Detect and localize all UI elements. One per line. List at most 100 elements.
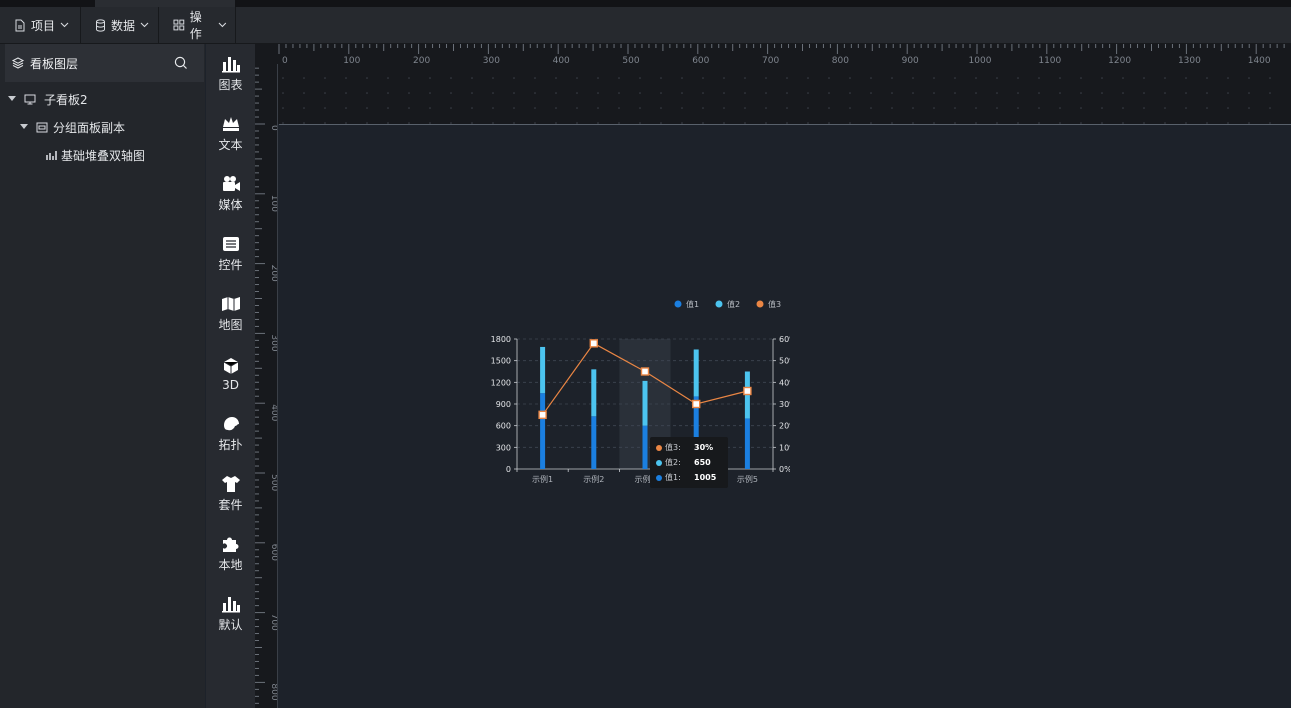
grid-dot [366, 107, 368, 109]
layer-item-group-panel[interactable]: 分组面板副本 [20, 116, 125, 138]
bar-value2 [591, 369, 597, 417]
grid-dot [303, 92, 305, 94]
y-right-tick-label: 10% [779, 443, 790, 452]
stacked-dual-axis-chart[interactable]: 0 300 600 900 1200 1500 1800 0% 10% 20% 30% 40% 50% 6… [482, 292, 790, 492]
ruler-label: 0 [269, 125, 278, 131]
tool-3d[interactable]: 3D [206, 344, 255, 404]
ruler-label: 600 [269, 544, 278, 561]
grid-dot [1143, 107, 1145, 109]
ruler-label: 900 [902, 56, 919, 66]
grid-dot [1227, 92, 1229, 94]
grid-dot [513, 107, 515, 109]
grid-dot [471, 77, 473, 79]
grid-dot [345, 77, 347, 79]
ruler-label: 500 [622, 56, 639, 66]
legend-dot-icon [656, 444, 662, 451]
tool-label: 3D [222, 377, 239, 392]
grid-dot [1101, 77, 1103, 79]
tool-label: 图表 [218, 78, 243, 92]
grid-dot [681, 107, 683, 109]
line-point [538, 410, 547, 420]
component-toolbar: 图表 文本 媒体 控件 地图 3D 拓扑 套件 本地 默认 [206, 44, 255, 708]
grid-dot [471, 92, 473, 94]
y-left-tick-label: 1800 [491, 335, 511, 344]
grid-dot [912, 92, 914, 94]
y-left-tick-label: 600 [496, 422, 511, 431]
grid-dot [828, 107, 830, 109]
tool-chart[interactable]: 图表 [206, 44, 255, 104]
grid-dot [618, 107, 620, 109]
layer-panel-header: 看板图层 [5, 44, 204, 82]
tooltip-series-name: 值1: [665, 473, 681, 482]
grid-dot [1080, 77, 1082, 79]
grid-dot [744, 107, 746, 109]
bar-value2 [642, 380, 648, 426]
grid-dot [618, 77, 620, 79]
grid-dot [639, 92, 641, 94]
grid-dot [1059, 92, 1061, 94]
tool-media[interactable]: 媒体 [206, 164, 255, 224]
grid-dot [555, 107, 557, 109]
puzzle-icon [222, 537, 239, 552]
grid-dot [1122, 92, 1124, 94]
window-top-strip [0, 0, 1291, 7]
layer-item-chart[interactable]: 基础堆叠双轴图 [46, 144, 145, 166]
data-menu-button[interactable]: 数据 [81, 7, 159, 43]
shirt-icon [221, 476, 240, 492]
grid-dot [597, 107, 599, 109]
layer-panel-title: 看板图层 [30, 56, 79, 71]
grid-dot [954, 107, 956, 109]
operate-menu-button[interactable]: 操作 [159, 7, 236, 43]
grid-dot [744, 77, 746, 79]
grid-dot [744, 92, 746, 94]
grid-icon [173, 19, 185, 31]
tool-control[interactable]: 控件 [206, 224, 255, 284]
grid-dot [807, 77, 809, 79]
tool-map[interactable]: 地图 [206, 284, 255, 344]
ruler-label: 700 [762, 56, 779, 66]
grid-dot [555, 77, 557, 79]
legend-label: 值1 [686, 299, 699, 309]
y-right-tick-label: 40% [779, 378, 790, 387]
grid-dot [702, 77, 704, 79]
tool-text[interactable]: 文本 [206, 104, 255, 164]
grid-dot [618, 92, 620, 94]
layer-item-sub-board[interactable]: 子看板2 [8, 88, 88, 110]
tooltip-row: 值1: 1005 [656, 470, 722, 485]
grid-dot [1269, 107, 1271, 109]
grid-dot [366, 77, 368, 79]
tool-label: 媒体 [218, 198, 243, 212]
tool-local[interactable]: 本地 [206, 524, 255, 584]
grid-dot [765, 92, 767, 94]
grid-dot [576, 92, 578, 94]
tool-label: 默认 [218, 618, 243, 632]
grid-dot [1080, 107, 1082, 109]
operate-menu-label: 操作 [189, 10, 202, 41]
grid-dot [870, 107, 872, 109]
grid-dot [1269, 92, 1271, 94]
tool-label: 套件 [218, 498, 243, 512]
tool-topology[interactable]: 拓扑 [206, 404, 255, 464]
grid-dot [1017, 92, 1019, 94]
tooltip-value: 30% [694, 443, 714, 452]
bar-value1 [540, 393, 546, 469]
chevron-down-icon [140, 22, 149, 28]
tool-default[interactable]: 默认 [206, 584, 255, 644]
grid-dot [408, 77, 410, 79]
grid-dot [282, 92, 284, 94]
tool-label: 本地 [218, 558, 243, 572]
grid-dot [1038, 107, 1040, 109]
ruler-label: 100 [269, 195, 278, 212]
top-tab [95, 0, 235, 7]
search-icon[interactable] [174, 56, 188, 70]
grid-dot [471, 107, 473, 109]
tool-kit[interactable]: 套件 [206, 464, 255, 524]
grid-dot [324, 92, 326, 94]
grid-dot [681, 77, 683, 79]
grid-dot [1059, 107, 1061, 109]
grid-dot [933, 92, 935, 94]
grid-dot [1080, 92, 1082, 94]
y-right-tick-label: 20% [779, 422, 790, 431]
ruler-label: 200 [269, 265, 278, 282]
project-menu-button[interactable]: 项目 [0, 7, 81, 43]
